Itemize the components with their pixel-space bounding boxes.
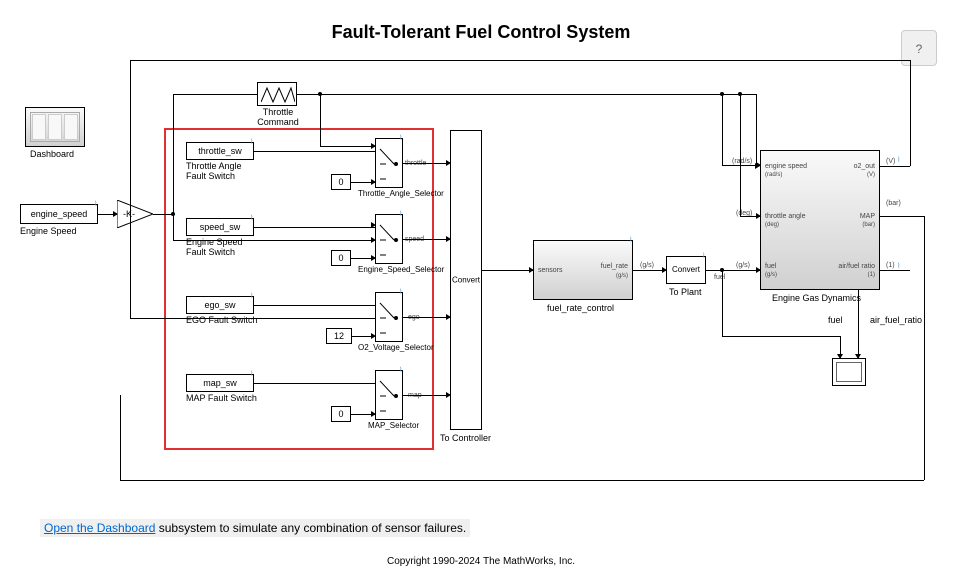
convert1-label: To Controller xyxy=(440,434,491,444)
wifi-icon: ⌇ xyxy=(399,288,402,296)
ego-selector-block[interactable] xyxy=(375,292,403,342)
convert2-label: To Plant xyxy=(669,288,702,298)
throttle-sw-block[interactable]: throttle_sw xyxy=(186,142,254,160)
map-selector-block[interactable] xyxy=(375,370,403,420)
throttle-command-label: Throttle Command xyxy=(255,108,301,128)
throttle-command-block[interactable] xyxy=(257,82,297,106)
engine-gas-dynamics-label: Engine Gas Dynamics xyxy=(772,294,861,304)
fuel-rate-control-block[interactable]: sensors fuel_rate (g/s) xyxy=(533,240,633,300)
dashboard-label: Dashboard xyxy=(30,150,74,160)
map-selector-label: MAP_Selector xyxy=(368,422,419,431)
sig-gs-out: (g/s) xyxy=(640,262,654,269)
footer-note: Open the Dashboard subsystem to simulate… xyxy=(40,519,470,537)
gain-block[interactable]: -K- xyxy=(117,200,153,228)
out-fuel-label: fuel xyxy=(828,316,843,326)
wifi-icon: ⌇ xyxy=(399,210,402,218)
wifi-icon: ⌇ xyxy=(94,200,97,208)
wifi-icon: ⌇ xyxy=(399,134,402,142)
sig-rads: (rad/s) xyxy=(732,158,752,165)
throttle-selector-label: Throttle_Angle_Selector xyxy=(358,190,444,199)
wifi-icon: ⌇ xyxy=(399,366,402,374)
speed-const-block[interactable]: 0 xyxy=(331,250,351,266)
diagram-title: Fault-Tolerant Fuel Control System xyxy=(0,22,962,43)
engine-speed-text: engine_speed xyxy=(31,209,88,219)
ego-selector-label: O2_Voltage_Selector xyxy=(358,344,434,353)
convert2-block[interactable]: Convert xyxy=(666,256,706,284)
out-afr-label: air_fuel_ratio xyxy=(870,316,922,326)
sig-1: (1) xyxy=(886,262,895,269)
speed-sw-block[interactable]: speed_sw xyxy=(186,218,254,236)
engine-gas-dynamics-block[interactable]: engine speed (rad/s) throttle angle (deg… xyxy=(760,150,880,290)
open-dashboard-link[interactable]: Open the Dashboard xyxy=(44,521,155,535)
wifi-icon: ⌇ xyxy=(897,156,900,164)
wifi-icon: ⌇ xyxy=(702,252,705,260)
ego-sw-block[interactable]: ego_sw xyxy=(186,296,254,314)
map-sw-label: MAP Fault Switch xyxy=(186,394,257,404)
sig-bar: (bar) xyxy=(886,200,901,207)
wifi-icon: ⌇ xyxy=(250,138,253,146)
dashboard-block[interactable] xyxy=(25,107,85,147)
footer-text: subsystem to simulate any combination of… xyxy=(155,521,466,535)
copyright: Copyright 1990-2024 The MathWorks, Inc. xyxy=(0,556,962,567)
speed-selector-label: Engine_Speed_Selector xyxy=(358,266,444,275)
speed-selector-block[interactable] xyxy=(375,214,403,264)
engine-speed-block[interactable]: engine_speed xyxy=(20,204,98,224)
wifi-icon: ⌇ xyxy=(250,214,253,222)
gain-label: -K- xyxy=(123,209,135,219)
wifi-icon: ⌇ xyxy=(897,262,900,270)
throttle-sw-label: Throttle Angle Fault Switch xyxy=(186,162,242,182)
fuel-rate-control-label: fuel_rate_control xyxy=(547,304,614,314)
ego-const-block[interactable]: 12 xyxy=(326,328,352,344)
sig-gs-in: (g/s) xyxy=(736,262,750,269)
convert1-block[interactable]: Convert xyxy=(450,130,482,430)
sig-V: (V) xyxy=(886,158,895,165)
wifi-icon: ⌇ xyxy=(250,370,253,378)
map-sw-block[interactable]: map_sw xyxy=(186,374,254,392)
scope-block[interactable] xyxy=(832,358,866,386)
throttle-const-block[interactable]: 0 xyxy=(331,174,351,190)
wifi-icon: ⌇ xyxy=(250,292,253,300)
wifi-icon: ⌇ xyxy=(629,236,632,244)
throttle-selector-block[interactable] xyxy=(375,138,403,188)
engine-speed-label: Engine Speed xyxy=(20,227,77,237)
map-const-block[interactable]: 0 xyxy=(331,406,351,422)
sig-fuel: fuel xyxy=(714,274,725,281)
